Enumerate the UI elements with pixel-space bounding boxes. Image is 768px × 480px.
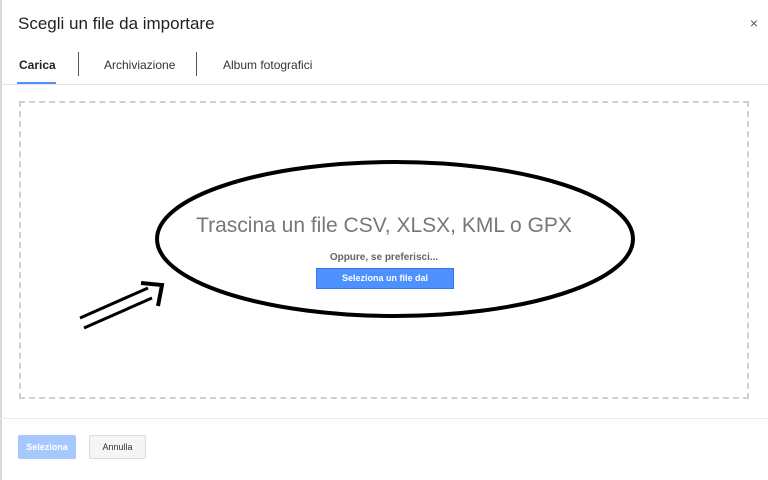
tab-separator bbox=[78, 52, 79, 76]
tab-carica[interactable]: Carica bbox=[19, 58, 56, 72]
tab-album-fotografici[interactable]: Album fotografici bbox=[223, 58, 312, 72]
cancel-button[interactable]: Annulla bbox=[89, 435, 146, 459]
file-drop-zone[interactable] bbox=[19, 101, 749, 399]
window-edge bbox=[0, 0, 2, 480]
dialog-title: Scegli un file da importare bbox=[18, 14, 215, 33]
tab-archiviazione[interactable]: Archiviazione bbox=[104, 58, 175, 72]
select-button[interactable]: Seleziona bbox=[18, 435, 76, 459]
or-text: Oppure, se preferisci... bbox=[329, 252, 439, 263]
tabs-divider bbox=[0, 84, 768, 85]
select-file-from-device-button[interactable]: Seleziona un file dal dispositivo bbox=[316, 268, 454, 302]
close-icon[interactable]: × bbox=[750, 14, 758, 32]
tab-separator bbox=[196, 52, 197, 76]
footer-divider bbox=[0, 418, 768, 419]
drop-instructions: Trascina un file CSV, XLSX, KML o GPX bbox=[196, 214, 572, 237]
import-dialog: Scegli un file da importare × Carica Arc… bbox=[0, 0, 768, 480]
